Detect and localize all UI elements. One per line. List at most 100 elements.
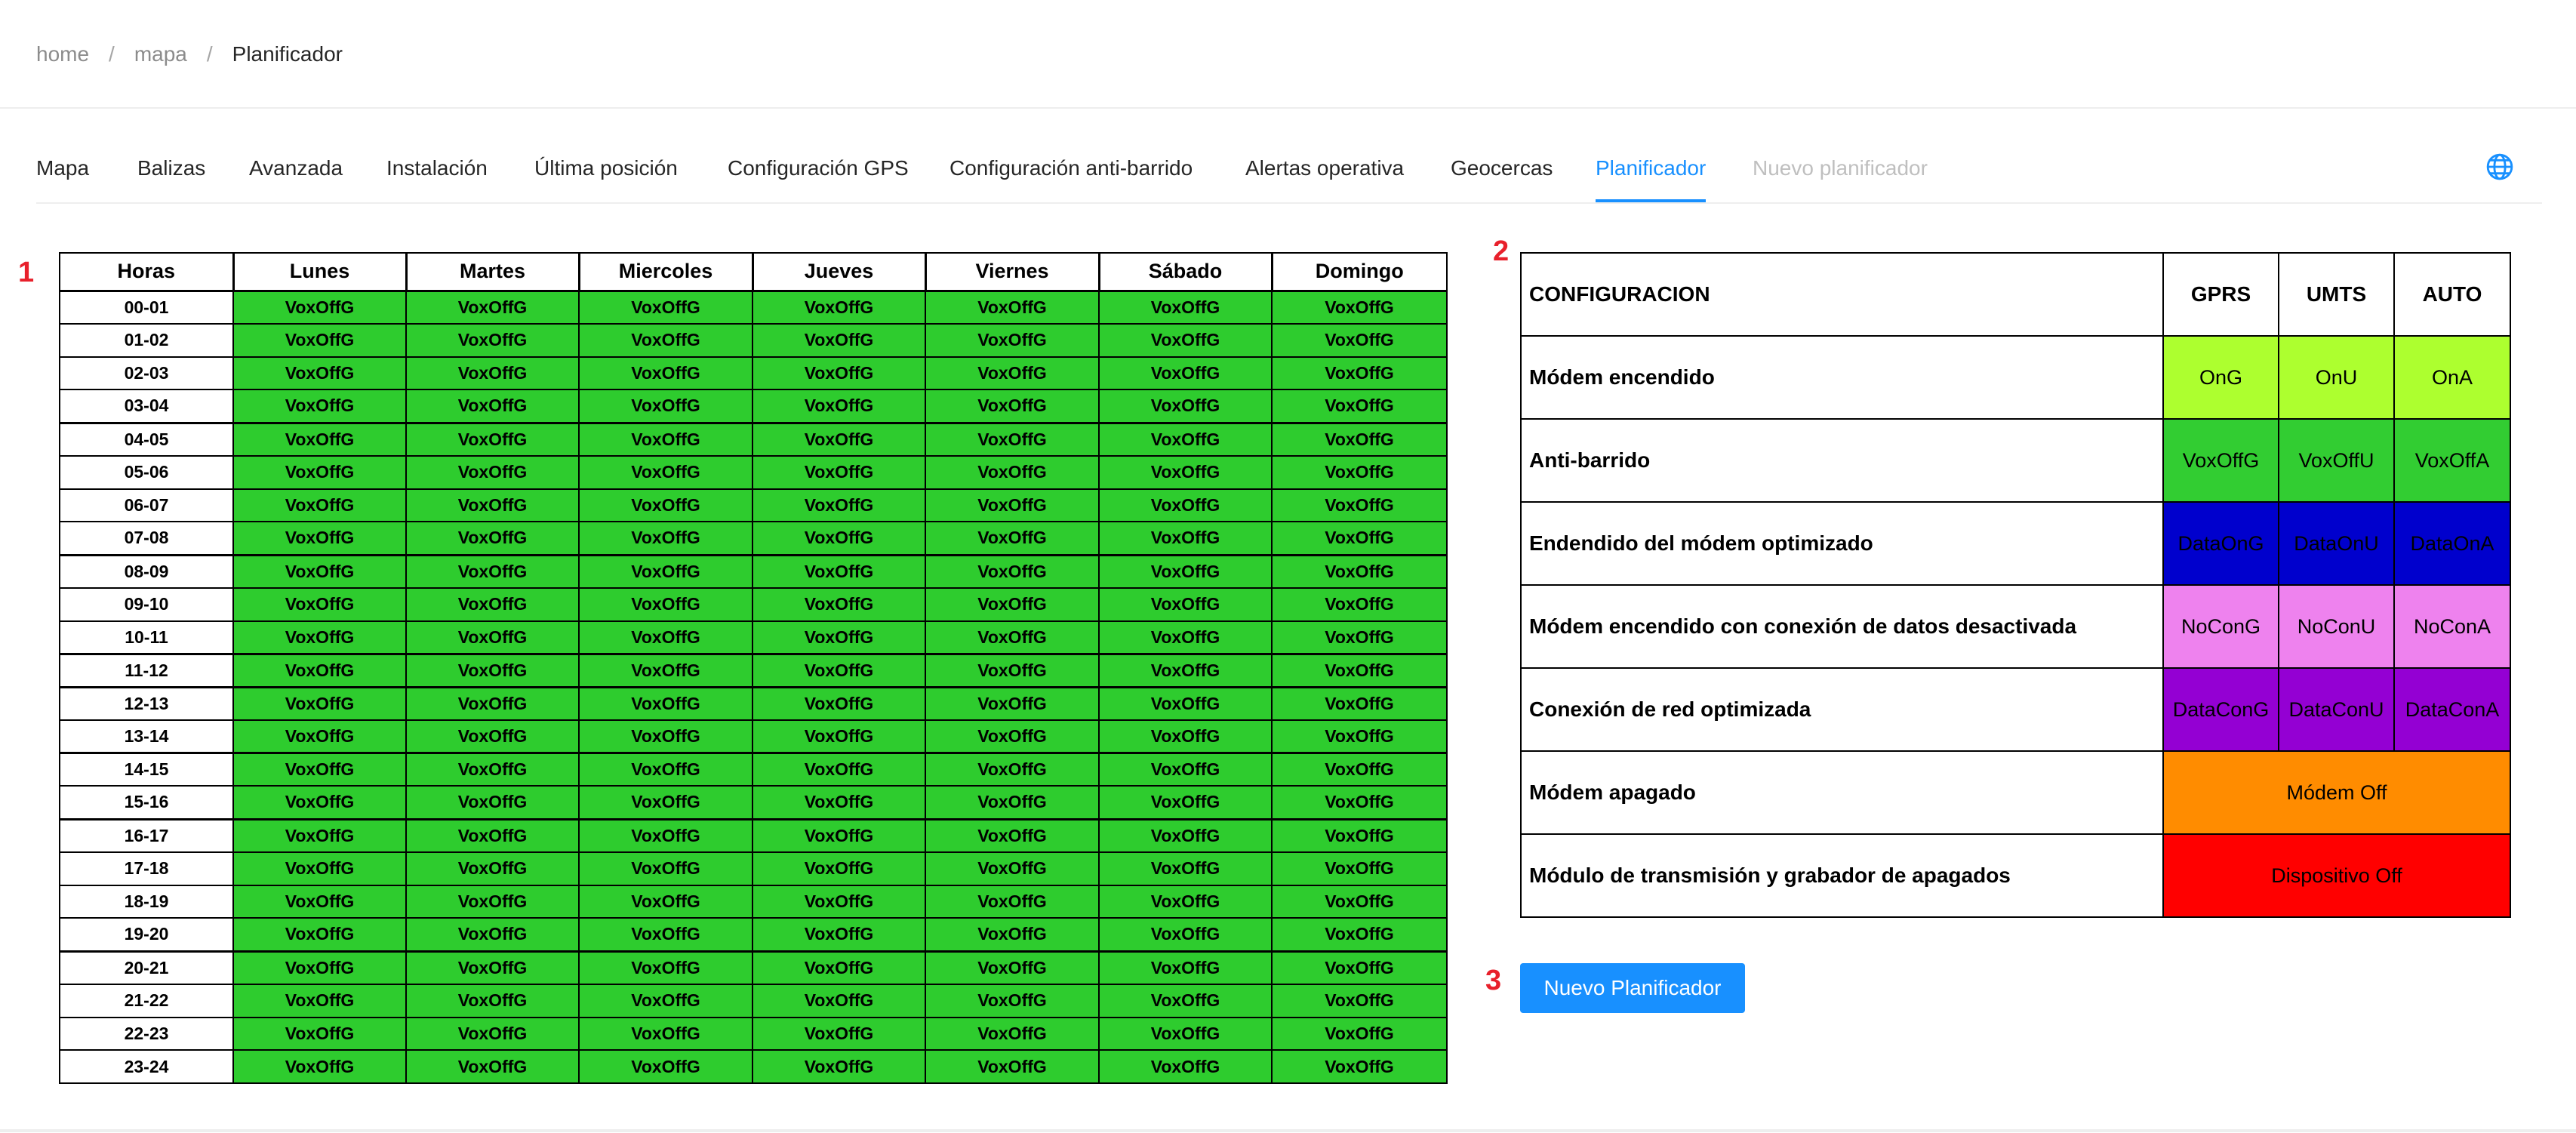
globe-icon[interactable] <box>2485 152 2514 181</box>
schedule-cell[interactable]: VoxOffG <box>925 1016 1100 1051</box>
schedule-cell[interactable]: VoxOffG <box>1271 917 1448 952</box>
schedule-cell[interactable]: VoxOffG <box>925 983 1100 1018</box>
schedule-cell[interactable]: VoxOffG <box>1098 851 1273 886</box>
schedule-cell[interactable]: VoxOffG <box>1098 719 1273 754</box>
schedule-cell[interactable]: VoxOffG <box>578 817 753 853</box>
schedule-cell[interactable]: VoxOffG <box>1271 421 1448 457</box>
schedule-cell[interactable]: VoxOffG <box>925 620 1100 655</box>
tab-balizas[interactable]: Balizas <box>137 149 205 187</box>
schedule-cell[interactable]: VoxOffG <box>1271 1016 1448 1051</box>
schedule-cell[interactable]: VoxOffG <box>925 950 1100 985</box>
schedule-cell[interactable]: VoxOffG <box>925 454 1100 490</box>
schedule-cell[interactable]: VoxOffG <box>752 719 926 754</box>
schedule-cell[interactable]: VoxOffG <box>405 785 580 820</box>
schedule-cell[interactable]: VoxOffG <box>578 620 753 655</box>
schedule-cell[interactable]: VoxOffG <box>1271 587 1448 622</box>
schedule-cell[interactable]: VoxOffG <box>578 719 753 754</box>
schedule-cell[interactable]: VoxOffG <box>925 389 1100 423</box>
schedule-cell[interactable]: VoxOffG <box>405 521 580 556</box>
schedule-cell[interactable]: VoxOffG <box>1098 620 1273 655</box>
schedule-cell[interactable]: VoxOffG <box>1098 289 1273 325</box>
tab-configuracion-gps[interactable]: Configuración GPS <box>728 149 909 187</box>
schedule-cell[interactable]: VoxOffG <box>752 950 926 985</box>
schedule-cell[interactable]: VoxOffG <box>405 454 580 490</box>
schedule-cell[interactable]: VoxOffG <box>578 851 753 886</box>
config-swatch[interactable]: DataConG <box>2162 667 2279 752</box>
schedule-cell[interactable]: VoxOffG <box>1271 851 1448 886</box>
schedule-cell[interactable]: VoxOffG <box>405 587 580 622</box>
schedule-cell[interactable]: VoxOffG <box>232 652 407 688</box>
schedule-cell[interactable]: VoxOffG <box>578 685 753 721</box>
config-swatch[interactable]: DataOnA <box>2393 501 2511 586</box>
schedule-cell[interactable]: VoxOffG <box>232 587 407 622</box>
breadcrumb-home[interactable]: home <box>36 42 89 66</box>
schedule-cell[interactable]: VoxOffG <box>752 553 926 589</box>
schedule-cell[interactable]: VoxOffG <box>1098 356 1273 391</box>
schedule-cell[interactable]: VoxOffG <box>1098 652 1273 688</box>
schedule-cell[interactable]: VoxOffG <box>752 652 926 688</box>
config-swatch[interactable]: NoConG <box>2162 584 2279 669</box>
tab-planificador[interactable]: Planificador <box>1596 149 1706 187</box>
schedule-cell[interactable]: VoxOffG <box>232 454 407 490</box>
schedule-cell[interactable]: VoxOffG <box>1098 553 1273 589</box>
config-swatch[interactable]: DataOnU <box>2278 501 2395 586</box>
schedule-cell[interactable]: VoxOffG <box>232 917 407 952</box>
schedule-cell[interactable]: VoxOffG <box>752 917 926 952</box>
schedule-cell[interactable]: VoxOffG <box>405 356 580 391</box>
schedule-cell[interactable]: VoxOffG <box>405 620 580 655</box>
config-swatch[interactable]: NoConU <box>2278 584 2395 669</box>
config-swatch[interactable]: Módem Off <box>2162 750 2511 835</box>
schedule-cell[interactable]: VoxOffG <box>232 950 407 985</box>
schedule-cell[interactable]: VoxOffG <box>1098 488 1273 523</box>
schedule-cell[interactable]: VoxOffG <box>925 421 1100 457</box>
schedule-cell[interactable]: VoxOffG <box>405 817 580 853</box>
schedule-cell[interactable]: VoxOffG <box>1271 752 1448 787</box>
schedule-cell[interactable]: VoxOffG <box>925 521 1100 556</box>
schedule-cell[interactable]: VoxOffG <box>752 454 926 490</box>
schedule-cell[interactable]: VoxOffG <box>405 553 580 589</box>
schedule-cell[interactable]: VoxOffG <box>578 917 753 952</box>
schedule-cell[interactable]: VoxOffG <box>925 488 1100 523</box>
schedule-cell[interactable]: VoxOffG <box>232 289 407 325</box>
schedule-cell[interactable]: VoxOffG <box>405 719 580 754</box>
schedule-cell[interactable]: VoxOffG <box>1271 553 1448 589</box>
schedule-cell[interactable]: VoxOffG <box>232 851 407 886</box>
tab-avanzada[interactable]: Avanzada <box>249 149 343 187</box>
schedule-cell[interactable]: VoxOffG <box>1271 652 1448 688</box>
schedule-cell[interactable]: VoxOffG <box>925 785 1100 820</box>
schedule-cell[interactable]: VoxOffG <box>405 488 580 523</box>
schedule-cell[interactable]: VoxOffG <box>232 884 407 919</box>
schedule-cell[interactable]: VoxOffG <box>232 785 407 820</box>
schedule-cell[interactable]: VoxOffG <box>1271 685 1448 721</box>
schedule-cell[interactable]: VoxOffG <box>405 652 580 688</box>
schedule-cell[interactable]: VoxOffG <box>232 752 407 787</box>
schedule-cell[interactable]: VoxOffG <box>925 719 1100 754</box>
schedule-cell[interactable]: VoxOffG <box>752 289 926 325</box>
config-swatch[interactable]: Dispositivo Off <box>2162 833 2511 918</box>
schedule-cell[interactable]: VoxOffG <box>578 587 753 622</box>
schedule-cell[interactable]: VoxOffG <box>752 817 926 853</box>
schedule-cell[interactable]: VoxOffG <box>405 1049 580 1084</box>
tab-ultima-posicion[interactable]: Última posición <box>534 149 678 187</box>
schedule-cell[interactable]: VoxOffG <box>925 752 1100 787</box>
schedule-cell[interactable]: VoxOffG <box>1098 587 1273 622</box>
schedule-cell[interactable]: VoxOffG <box>925 356 1100 391</box>
schedule-cell[interactable]: VoxOffG <box>1271 983 1448 1018</box>
schedule-cell[interactable]: VoxOffG <box>925 322 1100 358</box>
schedule-cell[interactable]: VoxOffG <box>1271 1049 1448 1084</box>
schedule-cell[interactable]: VoxOffG <box>1098 1016 1273 1051</box>
schedule-cell[interactable]: VoxOffG <box>1098 421 1273 457</box>
schedule-cell[interactable]: VoxOffG <box>1271 521 1448 556</box>
schedule-cell[interactable]: VoxOffG <box>1271 356 1448 391</box>
schedule-cell[interactable]: VoxOffG <box>1271 950 1448 985</box>
schedule-cell[interactable]: VoxOffG <box>232 521 407 556</box>
schedule-cell[interactable]: VoxOffG <box>925 685 1100 721</box>
new-planner-button[interactable]: Nuevo Planificador <box>1520 963 1745 1013</box>
schedule-cell[interactable]: VoxOffG <box>1098 785 1273 820</box>
schedule-cell[interactable]: VoxOffG <box>1098 917 1273 952</box>
schedule-cell[interactable]: VoxOffG <box>405 851 580 886</box>
schedule-cell[interactable]: VoxOffG <box>578 421 753 457</box>
schedule-cell[interactable]: VoxOffG <box>1098 884 1273 919</box>
schedule-cell[interactable]: VoxOffG <box>405 389 580 423</box>
schedule-cell[interactable]: VoxOffG <box>578 652 753 688</box>
